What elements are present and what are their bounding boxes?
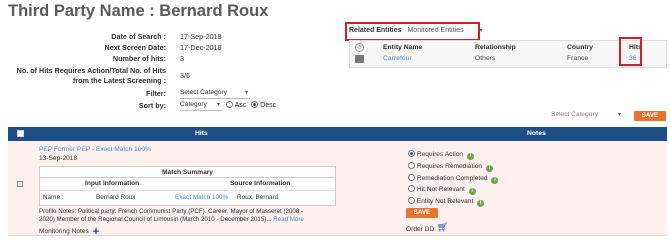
filter-select-value: Select Category <box>180 89 227 96</box>
page-title: Third Party Name : Bernard Roux <box>8 2 269 20</box>
sort-desc-label: Desc <box>260 102 277 109</box>
category-select-value: Select Category <box>551 111 598 118</box>
option-label: Requires Remediation <box>416 163 483 170</box>
option-requires-remediation[interactable]: Requires Remediation i <box>408 162 493 172</box>
hits-ratio-value: 3/6 <box>180 71 190 80</box>
entity-avatar-icon: ◷ <box>355 43 364 52</box>
match-divider <box>40 190 335 191</box>
entity-country: France <box>567 55 589 62</box>
requires-remediation-radio[interactable] <box>408 162 415 169</box>
option-requires-action[interactable]: Requires Action i <box>408 150 474 160</box>
monitoring-notes: Monitoring Notes + <box>39 226 99 238</box>
date-of-search-label: Date of Search : <box>111 32 166 41</box>
option-hit-not-relevant[interactable]: Hit Not Relevant i <box>408 185 476 195</box>
date-of-search-value: 17-Sep-2018 <box>180 32 222 41</box>
order-dd-label: Order DD <box>406 226 435 233</box>
category-select[interactable]: Select Category ▾ <box>551 110 623 121</box>
chevron-down-icon: ▾ <box>244 90 248 96</box>
country-header: Country <box>567 44 594 51</box>
source-info-header: Source Information <box>230 180 291 187</box>
hit-not-relevant-radio[interactable] <box>408 185 415 192</box>
save-button-row[interactable]: SAVE <box>406 208 438 218</box>
sort-label: Sort by: <box>138 101 166 110</box>
hits-grid-header: Hits Notes <box>8 127 667 141</box>
highlight-box-hits <box>619 37 642 66</box>
info-icon[interactable]: i <box>468 188 476 195</box>
read-more-link[interactable]: Read More <box>273 216 304 223</box>
option-label: Remediation Completed <box>416 175 488 182</box>
monitoring-notes-label: Monitoring Notes <box>39 228 89 235</box>
profile-notes-line-2: 2020) Member of the Regional Council of … <box>39 216 274 223</box>
sort-desc-radio[interactable] <box>251 101 259 108</box>
hits-column-header: Hits <box>195 130 208 137</box>
sort-asc-radio[interactable] <box>226 101 233 108</box>
order-dd[interactable]: Order DD <box>406 226 434 233</box>
next-screen-value: 17-Dec-2018 <box>180 43 222 52</box>
entity-relationship: Others <box>475 55 496 62</box>
option-remediation-completed[interactable]: Remediation Completed i <box>408 174 499 184</box>
remediation-completed-radio[interactable] <box>408 174 415 181</box>
chevron-down-icon: ▾ <box>216 102 220 108</box>
sort-asc-label: Asc <box>234 102 247 109</box>
chevron-down-icon: ▾ <box>617 112 621 118</box>
filter-select[interactable]: Select Category ▾ <box>180 88 250 99</box>
table-row: PEP Former PEP - Exact Match 100% 13-Sep… <box>8 141 667 238</box>
option-entity-not-relevant[interactable]: Entity Not Relevant i <box>408 197 485 207</box>
source-name: Roux, Bernard <box>237 194 279 201</box>
save-button-top[interactable]: SAVE <box>634 111 666 121</box>
input-info-header: Input Information <box>85 180 140 187</box>
hits-count-label: Number of hits: <box>112 54 166 63</box>
notes-column-header: Notes <box>527 130 546 137</box>
info-icon[interactable]: i <box>485 165 493 172</box>
requires-action-radio[interactable] <box>408 150 415 157</box>
hit-title-link[interactable]: PEP Former PEP - Exact Match 100% <box>39 146 151 153</box>
building-icon <box>355 55 364 63</box>
next-screen-label: Next Screen Date: <box>104 43 166 52</box>
cart-icon[interactable]: 🛒︎ <box>437 222 448 233</box>
sort-order-group: Asc Desc <box>226 101 276 109</box>
plus-icon[interactable]: + <box>93 226 99 238</box>
name-label: Name : <box>43 194 64 201</box>
option-label: Entity Not Relevant <box>416 198 474 205</box>
info-icon[interactable]: i <box>466 153 474 160</box>
match-summary: Match Summary Input Information Source I… <box>39 166 336 206</box>
row-checkbox[interactable] <box>17 181 23 187</box>
entity-not-relevant-radio[interactable] <box>408 197 415 204</box>
hit-date: 13-Sep-2018 <box>39 155 78 162</box>
hit-title: PEP Former PEP - Exact Match 100% <box>39 146 151 153</box>
entity-name-link[interactable]: Carrefour <box>383 55 412 62</box>
match-percentage: Exact Match 100% <box>175 194 229 201</box>
entity-name-header: Entity Name <box>383 44 423 51</box>
select-all-checkbox[interactable] <box>17 130 24 137</box>
input-name: Bernard Roux <box>96 194 136 201</box>
hits-count-value: 3 <box>180 54 184 63</box>
filter-label: Filter: <box>146 89 166 98</box>
match-summary-title: Match Summary <box>40 167 335 178</box>
relationship-header: Relationship <box>475 44 516 51</box>
profile-notes-line-1: Profile Notes: Political party: French C… <box>39 208 304 215</box>
profile-notes: Profile Notes: Political party: French C… <box>39 208 304 224</box>
info-icon[interactable]: i <box>491 177 499 184</box>
sort-select-value: Category <box>180 101 207 108</box>
sort-select[interactable]: Category ▾ <box>180 100 222 111</box>
info-icon[interactable]: i <box>477 200 485 207</box>
option-label: Requires Action <box>416 151 464 158</box>
hits-ratio-label: No. of Hits Requires Action/Total No. of… <box>16 66 166 85</box>
highlight-box-related <box>345 22 480 41</box>
option-label: Hit Not Relevant <box>416 186 465 193</box>
